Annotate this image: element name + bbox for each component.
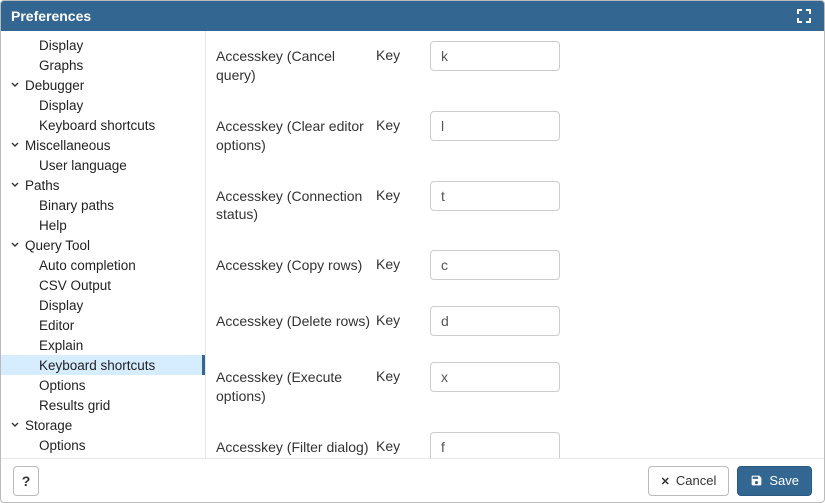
tree-item-label: Auto completion: [39, 258, 136, 273]
tree-leaf[interactable]: User language: [1, 155, 205, 175]
preferences-dialog: Preferences DisplayGraphsDebuggerDisplay…: [0, 0, 825, 503]
maximize-icon[interactable]: [794, 6, 814, 26]
form-row: Accesskey (Copy rows)Key: [216, 250, 794, 280]
form-row: Accesskey (Cancel query)Key: [216, 41, 794, 85]
key-input[interactable]: [430, 306, 560, 336]
key-input[interactable]: [430, 432, 560, 458]
field-label: Key: [376, 111, 430, 133]
dialog-title: Preferences: [11, 8, 794, 24]
form-row: Accesskey (Clear editor options)Key: [216, 111, 794, 155]
dialog-body: Display Graphs Debugger Display Keyboard sho…: [1, 31, 824, 458]
tree-item-label: Query Tool: [25, 238, 90, 253]
tree-item-label: Options: [39, 438, 86, 453]
key-input[interactable]: [430, 181, 560, 211]
tree-item-label: Graphs: [39, 58, 83, 73]
tree-leaf[interactable]: Binary paths: [1, 195, 205, 215]
field-label: Key: [376, 250, 430, 272]
field-label: Key: [376, 432, 430, 454]
chevron-down-icon: [9, 179, 21, 191]
tree-item-label: Paths: [25, 178, 60, 193]
setting-label: Accesskey (Execute options): [216, 362, 376, 406]
tree-item-label: User language: [39, 158, 127, 173]
tree-leaf[interactable]: Auto completion: [1, 255, 205, 275]
dialog-header: Preferences: [1, 1, 824, 31]
tree-leaf[interactable]: Display: [1, 295, 205, 315]
close-icon: [661, 473, 670, 488]
help-button[interactable]: ?: [13, 466, 39, 496]
cancel-button[interactable]: Cancel: [648, 466, 730, 496]
form-row: Accesskey (Delete rows)Key: [216, 306, 794, 336]
key-input[interactable]: [430, 41, 560, 71]
tree-item-label: Results grid: [39, 398, 110, 413]
key-input[interactable]: [430, 111, 560, 141]
tree-leaf[interactable]: Help: [1, 215, 205, 235]
form-row: Accesskey (Filter dialog)Key: [216, 432, 794, 458]
tree-leaf[interactable]: Display: [1, 95, 205, 115]
sidebar[interactable]: Display Graphs Debugger Display Keyboard sho…: [1, 31, 206, 458]
setting-label: Accesskey (Clear editor options): [216, 111, 376, 155]
tree-branch[interactable]: Storage: [1, 415, 205, 435]
tree-item-label: Help: [39, 218, 67, 233]
tree-item-label: CSV Output: [39, 278, 111, 293]
chevron-down-icon: [9, 419, 21, 431]
setting-label: Accesskey (Delete rows): [216, 306, 376, 331]
tree-leaf[interactable]: Explain: [1, 335, 205, 355]
tree-leaf[interactable]: Options: [1, 435, 205, 455]
tree-item-label: Explain: [39, 338, 83, 353]
chevron-down-icon: [9, 139, 21, 151]
tree-leaf[interactable]: Graphs: [1, 55, 205, 75]
save-icon: [750, 474, 763, 487]
form-row: Accesskey (Execute options)Key: [216, 362, 794, 406]
tree-item-label: Keyboard shortcuts: [39, 358, 155, 373]
tree-branch[interactable]: Debugger: [1, 75, 205, 95]
field-label: Key: [376, 181, 430, 203]
setting-label: Accesskey (Connection status): [216, 181, 376, 225]
tree-item-label: Display: [39, 38, 83, 53]
chevron-down-icon: [9, 79, 21, 91]
tree-item-label: Miscellaneous: [25, 138, 111, 153]
key-input[interactable]: [430, 250, 560, 280]
field-label: Key: [376, 41, 430, 63]
tree-item-label: Binary paths: [39, 198, 114, 213]
tree-leaf[interactable]: Results grid: [1, 395, 205, 415]
tree-item-label: Display: [39, 298, 83, 313]
tree-item-label: Storage: [25, 418, 72, 433]
save-button-label: Save: [769, 473, 799, 488]
tree-leaf[interactable]: Display: [1, 35, 205, 55]
field-label: Key: [376, 362, 430, 384]
tree-leaf[interactable]: CSV Output: [1, 275, 205, 295]
tree-item-label: Keyboard shortcuts: [39, 118, 155, 133]
tree-leaf[interactable]: Keyboard shortcuts: [1, 355, 205, 375]
tree-item-label: Options: [39, 378, 86, 393]
tree-branch[interactable]: Query Tool: [1, 235, 205, 255]
field-label: Key: [376, 306, 430, 328]
tree-leaf[interactable]: Options: [1, 375, 205, 395]
save-button[interactable]: Save: [737, 466, 812, 496]
tree-item-label: Editor: [39, 318, 74, 333]
key-input[interactable]: [430, 362, 560, 392]
setting-label: Accesskey (Cancel query): [216, 41, 376, 85]
cancel-button-label: Cancel: [676, 473, 716, 488]
tree-leaf[interactable]: Keyboard shortcuts: [1, 115, 205, 135]
tree-item-label: Display: [39, 98, 83, 113]
chevron-down-icon: [9, 239, 21, 251]
setting-label: Accesskey (Filter dialog): [216, 432, 376, 457]
tree-item-label: Debugger: [25, 78, 84, 93]
tree-branch[interactable]: Paths: [1, 175, 205, 195]
form-row: Accesskey (Connection status)Key: [216, 181, 794, 225]
tree-branch[interactable]: Miscellaneous: [1, 135, 205, 155]
tree-leaf[interactable]: Editor: [1, 315, 205, 335]
form-panel[interactable]: Accesskey (Cancel query)KeyAccesskey (Cl…: [206, 31, 824, 458]
dialog-footer: ? Cancel Save: [1, 458, 824, 502]
setting-label: Accesskey (Copy rows): [216, 250, 376, 275]
